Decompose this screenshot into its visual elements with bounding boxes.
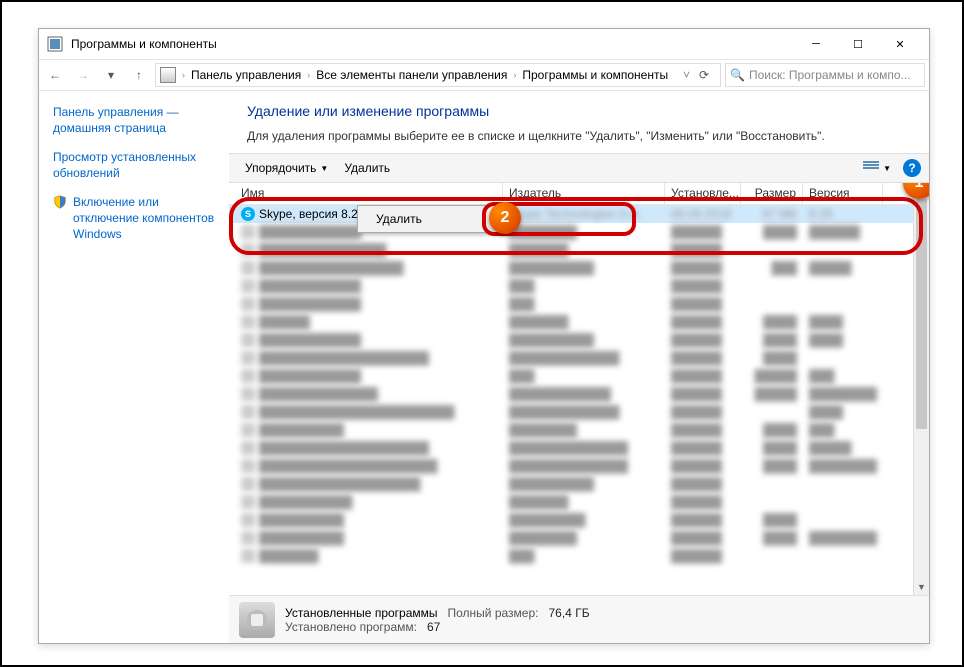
- status-size-label: Полный размер:: [448, 606, 539, 620]
- program-version: 8.29: [803, 206, 883, 222]
- location-icon: [160, 67, 176, 83]
- program-publisher: Skype Technologies S.A.: [503, 206, 665, 222]
- sidebar: Панель управления — домашняя страница Пр…: [39, 91, 229, 643]
- skype-icon: S: [241, 207, 255, 221]
- chevron-right-icon: ›: [513, 70, 516, 80]
- forward-button[interactable]: →: [71, 63, 95, 87]
- breadcrumb[interactable]: › Панель управления › Все элементы панел…: [155, 63, 721, 87]
- table-row[interactable]: █████████████████████████████: [229, 367, 929, 385]
- chevron-down-icon: ▼: [883, 164, 891, 173]
- status-size-value: 76,4 ГБ: [549, 606, 590, 620]
- back-button[interactable]: ←: [43, 63, 67, 87]
- table-row[interactable]: ████████████████████████████████████: [229, 223, 929, 241]
- minimize-button[interactable]: ─: [795, 30, 837, 58]
- table-row[interactable]: ███████████████████████████: [229, 313, 929, 331]
- table-row[interactable]: ████████████████████████████: [229, 241, 929, 259]
- chevron-right-icon: ›: [307, 70, 310, 80]
- address-bar: ← → ▾ ↑ › Панель управления › Все элемен…: [39, 59, 929, 91]
- table-row[interactable]: ████████████████████████████████████████…: [229, 349, 929, 367]
- scroll-down-button[interactable]: ▼: [914, 579, 929, 595]
- marker-2: 2: [489, 202, 521, 234]
- programs-features-window: Программы и компоненты ─ ☐ ✕ ← → ▾ ↑ › П…: [38, 28, 930, 644]
- program-size: 97 МБ: [741, 206, 803, 222]
- table-row[interactable]: █████████████████████: [229, 277, 929, 295]
- table-row[interactable]: █████████████████████████████: [229, 511, 929, 529]
- col-publisher[interactable]: Издатель: [503, 183, 665, 204]
- program-name: Skype, версия 8.29: [259, 207, 365, 221]
- context-uninstall[interactable]: Удалить: [358, 206, 502, 232]
- program-list: Имя Издатель Установле... Размер Версия …: [229, 183, 929, 595]
- sidebar-link-updates[interactable]: Просмотр установленных обновлений: [53, 150, 219, 181]
- table-row[interactable]: ████████████████████████████████████████…: [229, 457, 929, 475]
- search-icon: 🔍: [730, 68, 745, 82]
- breadcrumb-seg-1[interactable]: Панель управления: [187, 68, 305, 82]
- maximize-button[interactable]: ☐: [837, 30, 879, 58]
- sidebar-link-features[interactable]: Включение или отключение компонентов Win…: [73, 195, 219, 242]
- table-row[interactable]: ████████████████: [229, 547, 929, 565]
- table-row[interactable]: ███████████████████████████████████: [229, 475, 929, 493]
- window-title: Программы и компоненты: [71, 37, 795, 51]
- col-installed[interactable]: Установле...: [665, 183, 741, 204]
- titlebar: Программы и компоненты ─ ☐ ✕: [39, 29, 929, 59]
- table-row[interactable]: ████████████████████████: [229, 493, 929, 511]
- table-row[interactable]: █████████████████████: [229, 295, 929, 313]
- page-description: Для удаления программы выберите ее в спи…: [247, 129, 911, 143]
- refresh-button[interactable]: ⟳: [692, 63, 716, 87]
- table-row[interactable]: ████████████████████████████████████: [229, 331, 929, 349]
- table-row[interactable]: ████████████████████████████████████████…: [229, 439, 929, 457]
- app-icon: [47, 36, 63, 52]
- scrollbar[interactable]: ▲ ▼: [913, 183, 929, 595]
- search-input[interactable]: 🔍 Поиск: Программы и компо...: [725, 63, 925, 87]
- chevron-right-icon: ›: [182, 70, 185, 80]
- status-bar: Установленные программы Полный размер: 7…: [229, 595, 929, 643]
- sidebar-link-home[interactable]: Панель управления — домашняя страница: [53, 105, 219, 136]
- scroll-thumb[interactable]: [916, 199, 927, 429]
- uninstall-button[interactable]: Удалить: [336, 157, 398, 179]
- program-installed: 09.09.2018: [665, 206, 741, 222]
- close-button[interactable]: ✕: [879, 30, 921, 58]
- col-name[interactable]: Имя: [235, 183, 503, 204]
- col-version[interactable]: Версия: [803, 183, 883, 204]
- col-size[interactable]: Размер: [741, 183, 803, 204]
- recent-button[interactable]: ▾: [99, 63, 123, 87]
- toolbar: Упорядочить ▼ Удалить ▼ ?: [229, 153, 929, 183]
- rows-container: S Skype, версия 8.29 Skype Technologies …: [229, 205, 929, 565]
- table-row-selected[interactable]: S Skype, версия 8.29 Skype Technologies …: [229, 205, 929, 223]
- view-button[interactable]: ▼: [855, 157, 899, 179]
- breadcrumb-seg-2[interactable]: Все элементы панели управления: [312, 68, 511, 82]
- column-headers: Имя Издатель Установле... Размер Версия: [229, 183, 929, 205]
- table-row[interactable]: ███████████████████████████████: [229, 421, 929, 439]
- chevron-down-icon: ▼: [320, 164, 328, 173]
- status-count-label: Установлено программ:: [285, 620, 417, 634]
- table-row[interactable]: ████████████████████████████████████████…: [229, 259, 929, 277]
- status-icon: [239, 602, 275, 638]
- window-controls: ─ ☐ ✕: [795, 30, 921, 58]
- breadcrumb-seg-3[interactable]: Программы и компоненты: [518, 68, 672, 82]
- main-panel: Удаление или изменение программы Для уда…: [229, 91, 929, 643]
- page-title: Удаление или изменение программы: [247, 103, 911, 119]
- status-count-value: 67: [427, 620, 440, 634]
- search-placeholder: Поиск: Программы и компо...: [749, 68, 911, 82]
- status-title: Установленные программы: [285, 606, 438, 620]
- view-icon: [863, 161, 879, 175]
- table-row[interactable]: ████████████████████████████████████: [229, 529, 929, 547]
- table-row[interactable]: ████████████████████████████████████████…: [229, 403, 929, 421]
- shield-icon: [53, 195, 67, 209]
- dropdown-icon[interactable]: ˅: [683, 68, 690, 82]
- organize-button[interactable]: Упорядочить ▼: [237, 157, 336, 179]
- table-row[interactable]: ████████████████████████████████████████…: [229, 385, 929, 403]
- help-icon[interactable]: ?: [903, 159, 921, 177]
- up-button[interactable]: ↑: [127, 63, 151, 87]
- context-menu: Удалить: [357, 205, 503, 233]
